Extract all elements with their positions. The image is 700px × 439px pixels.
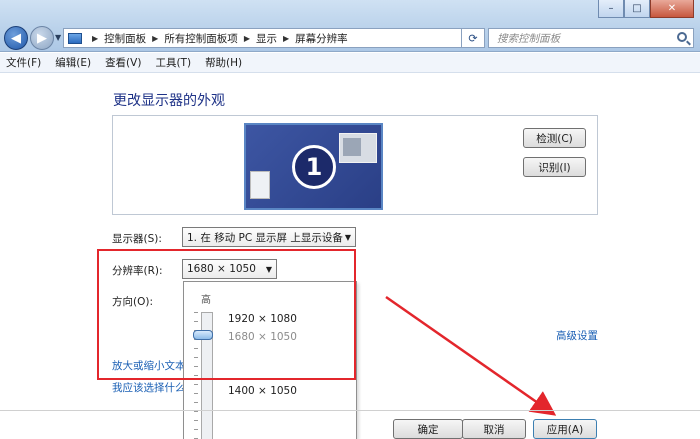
resolution-option-current[interactable]: 1680 × 1050 (228, 331, 297, 343)
breadcrumb-display[interactable]: 显示 (256, 31, 277, 46)
window-controls: – □ ✕ (598, 0, 694, 18)
back-arrow-icon[interactable]: ◀ (4, 26, 28, 50)
menu-edit[interactable]: 编辑(E) (55, 55, 91, 70)
breadcrumb-separator-icon[interactable]: ▶ (283, 34, 289, 43)
resolution-option[interactable]: 1920 × 1080 (228, 313, 297, 325)
apply-button[interactable]: 应用(A) (533, 419, 597, 439)
slider-high-label: 高 (201, 295, 211, 306)
search-input[interactable]: 搜索控制面板 (488, 28, 694, 48)
breadcrumb-control-panel[interactable]: 控制面板 (104, 31, 146, 46)
search-placeholder: 搜索控制面板 (497, 32, 560, 45)
recent-pages-chevron-icon[interactable]: ▼ (55, 33, 61, 42)
resolution-slider-thumb[interactable] (193, 330, 213, 340)
menu-help[interactable]: 帮助(H) (205, 55, 242, 70)
monitor-number: 1 (292, 145, 336, 189)
monitor-icon[interactable]: 1 (244, 123, 383, 210)
maximize-button[interactable]: □ (624, 0, 650, 18)
menu-file[interactable]: 文件(F) (6, 55, 41, 70)
resolution-select[interactable]: 1680 × 1050 ▼ (182, 259, 277, 279)
menu-view[interactable]: 查看(V) (105, 55, 141, 70)
identify-button[interactable]: 识别(I) (523, 157, 586, 177)
resolution-select-value: 1680 × 1050 (187, 263, 256, 275)
breadcrumb-separator-icon[interactable]: ▶ (92, 34, 98, 43)
display-select-value: 1. 在 移动 PC 显示屏 上显示设备 (187, 231, 343, 244)
refresh-icon[interactable]: ⟳ (461, 28, 485, 48)
chevron-down-icon: ▼ (265, 265, 272, 274)
resolution-dropdown-panel: 高 1920 × 1080 1680 × 1050 1400 × 1050 (183, 281, 357, 439)
close-button[interactable]: ✕ (650, 0, 694, 18)
breadcrumb-separator-icon[interactable]: ▶ (152, 34, 158, 43)
footer-divider (0, 410, 700, 411)
breadcrumb-separator-icon[interactable]: ▶ (244, 34, 250, 43)
control-panel-icon (68, 32, 82, 44)
detect-button[interactable]: 检测(C) (523, 128, 586, 148)
resolution-label: 分辨率(R): (112, 265, 163, 277)
address-bar[interactable]: ▶ 控制面板 ▶ 所有控制面板项 ▶ 显示 ▶ 屏幕分辨率 (63, 28, 485, 48)
search-icon[interactable] (677, 32, 687, 42)
display-select[interactable]: 1. 在 移动 PC 显示屏 上显示设备 ▼ (182, 227, 356, 247)
monitor-preview-panel: 1 检测(C) 识别(I) (112, 115, 598, 215)
orientation-label: 方向(O): (112, 296, 153, 308)
window-titlebar: – □ ✕ ◀ ▶ ▼ ▶ 控制面板 ▶ 所有控制面板项 ▶ 显示 ▶ 屏幕分辨… (0, 0, 700, 52)
forward-arrow-icon[interactable]: ▶ (30, 26, 54, 50)
chevron-down-icon: ▼ (344, 233, 351, 242)
choose-settings-link[interactable]: 我应该选择什么 (112, 380, 186, 395)
menu-tools[interactable]: 工具(T) (155, 55, 191, 70)
desktop-sidebar-thumbnail (250, 171, 270, 199)
display-label: 显示器(S): (112, 233, 162, 245)
page-title: 更改显示器的外观 (113, 93, 225, 109)
resolution-option[interactable]: 1400 × 1050 (228, 385, 297, 397)
window-thumbnail (339, 133, 377, 163)
menu-bar: 文件(F) 编辑(E) 查看(V) 工具(T) 帮助(H) (0, 53, 700, 73)
text-size-link[interactable]: 放大或缩小文本 (112, 358, 186, 373)
minimize-button[interactable]: – (598, 0, 624, 18)
cancel-button[interactable]: 取消 (462, 419, 526, 439)
breadcrumb-screen-resolution[interactable]: 屏幕分辨率 (295, 31, 348, 46)
ok-button[interactable]: 确定 (393, 419, 463, 439)
breadcrumb-all-items[interactable]: 所有控制面板项 (164, 31, 238, 46)
advanced-settings-link[interactable]: 高级设置 (556, 328, 598, 343)
